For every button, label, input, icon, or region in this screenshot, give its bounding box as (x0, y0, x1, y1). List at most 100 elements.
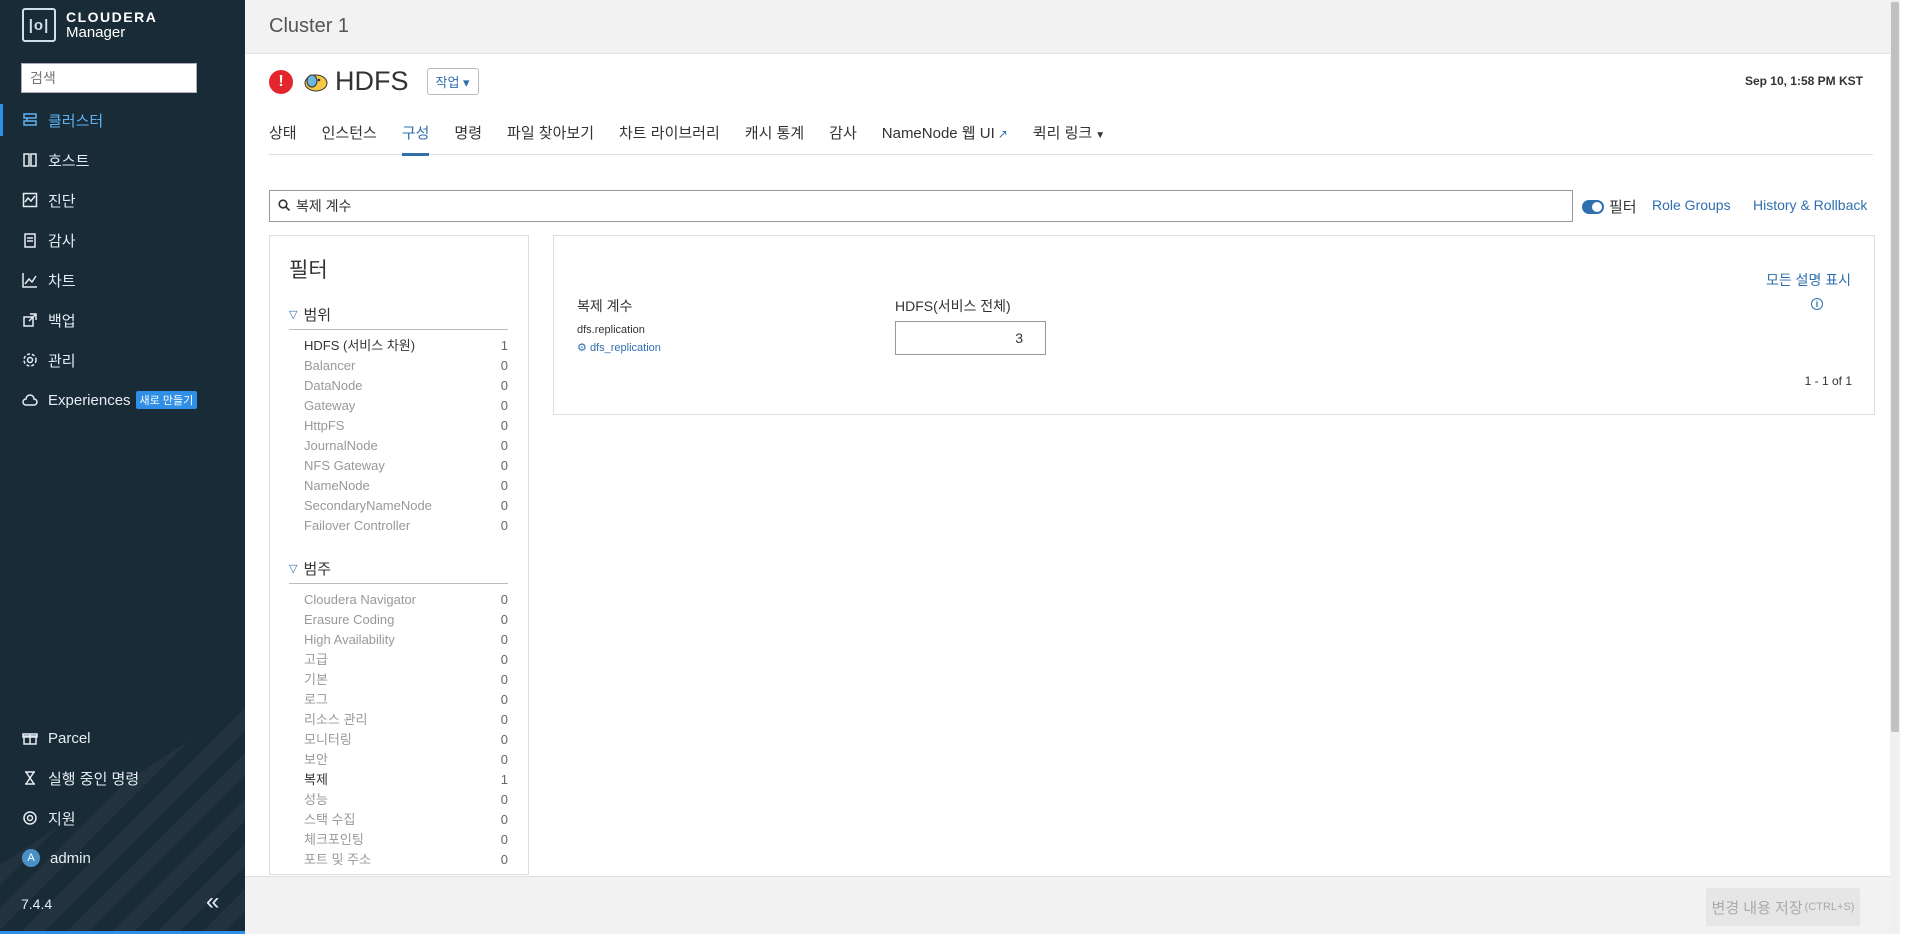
sidebar-item-admin[interactable]: 관리 (0, 340, 245, 380)
config-property-key: dfs.replication (577, 324, 645, 336)
sidebar-item-label: 호스트 (48, 152, 90, 170)
cluster-name[interactable]: Cluster 1 (269, 15, 349, 38)
filter-row[interactable]: JournalNode 0 (289, 436, 508, 456)
history-rollback-link[interactable]: History & Rollback (1753, 197, 1867, 213)
config-scope-label: HDFS(서비스 전체) (895, 298, 1011, 314)
sidebar-item-diagnostics[interactable]: 진단 (0, 180, 245, 220)
tab-instances[interactable]: 인스턴스 (322, 114, 377, 155)
role-groups-link[interactable]: Role Groups (1652, 197, 1731, 213)
filter-row-count: 0 (500, 712, 508, 727)
sidebar-search-input[interactable] (21, 63, 197, 93)
service-tabs: 상태 인스턴스 구성 명령 파일 찾아보기 차트 라이브러리 캐시 통계 감사 … (269, 114, 1873, 156)
info-icon[interactable]: i (1811, 298, 1823, 310)
filter-row-count: 0 (500, 518, 508, 533)
sidebar-item-user[interactable]: A admin (0, 838, 245, 878)
config-param-link[interactable]: ⚙ dfs_replication (577, 341, 661, 354)
lifebuoy-icon (22, 810, 38, 826)
tab-file-browser[interactable]: 파일 찾아보기 (507, 114, 594, 155)
cloud-icon (22, 392, 38, 408)
filter-row[interactable]: HDFS (서비스 차원) 1 (289, 336, 508, 356)
tab-commands[interactable]: 명령 (454, 114, 482, 155)
filter-row-label: 성능 (304, 792, 328, 807)
sidebar-item-audit[interactable]: 감사 (0, 220, 245, 260)
filter-row-label: SecondaryNameNode (304, 498, 432, 513)
filter-group-scope[interactable]: ▽ 범위 (289, 304, 508, 330)
filter-row[interactable]: 스택 수집 0 (289, 810, 508, 830)
filter-group-category[interactable]: ▽ 범주 (289, 558, 508, 584)
chart-icon (22, 272, 38, 288)
timestamp[interactable]: Sep 10, 1:58 PM KST (1745, 74, 1863, 88)
sidebar-item-hosts[interactable]: 호스트 (0, 140, 245, 180)
filter-row-label: Erasure Coding (304, 612, 395, 627)
filter-row[interactable]: 리소스 관리 0 (289, 710, 508, 730)
filter-row[interactable]: Cloudera Navigator 0 (289, 590, 508, 610)
filter-row-count: 0 (500, 592, 508, 607)
sidebar-item-label: 실행 중인 명령 (48, 770, 140, 788)
filter-row[interactable]: 성능 0 (289, 790, 508, 810)
chevron-down-icon: ▽ (289, 309, 298, 321)
tab-chart-library[interactable]: 차트 라이브러리 (619, 114, 720, 155)
hourglass-icon (22, 770, 38, 786)
sidebar-item-backup[interactable]: 백업 (0, 300, 245, 340)
config-display-name: 복제 계수 (577, 298, 633, 314)
tab-audit[interactable]: 감사 (829, 114, 857, 155)
backup-icon (22, 312, 38, 328)
page-scrollbar[interactable] (1890, 0, 1900, 934)
filter-row-count: 0 (500, 812, 508, 827)
filter-row[interactable]: 체크포인팅 0 (289, 830, 508, 850)
filter-row-count: 0 (500, 418, 508, 433)
sidebar-item-experiences[interactable]: Experiences 새로 만들기 (0, 380, 245, 420)
filter-row[interactable]: NameNode 0 (289, 476, 508, 496)
sidebar-item-label: admin (50, 849, 91, 867)
filter-row-count: 0 (500, 792, 508, 807)
filter-row[interactable]: 포트 및 주소 0 (289, 850, 508, 870)
sidebar-item-charts[interactable]: 차트 (0, 260, 245, 300)
sidebar-item-support[interactable]: 지원 (0, 798, 245, 838)
collapse-sidebar-icon[interactable]: « (206, 890, 219, 914)
filter-row[interactable]: Failover Controller 0 (289, 516, 508, 536)
filter-row-label: 스택 수집 (304, 812, 356, 827)
filter-row-label: HDFS (서비스 차원) (304, 338, 416, 353)
save-changes-button[interactable]: 변경 내용 저장 (CTRL+S) (1706, 888, 1860, 926)
filter-row-label: 고급 (304, 652, 328, 667)
filter-row[interactable]: 기본 0 (289, 670, 508, 690)
replication-value-input[interactable]: 3 (895, 321, 1046, 355)
footer-bar: 변경 내용 저장 (CTRL+S) (245, 876, 1900, 934)
toggle-switch-icon (1582, 199, 1604, 214)
filter-row[interactable]: 모니터링 0 (289, 730, 508, 750)
filter-row[interactable]: SecondaryNameNode 0 (289, 496, 508, 516)
sidebar-item-parcel[interactable]: Parcel (0, 718, 245, 758)
tab-status[interactable]: 상태 (269, 114, 297, 155)
filter-row[interactable]: 로그 0 (289, 690, 508, 710)
tab-configuration[interactable]: 구성 (401, 114, 429, 156)
filter-row-label: 복제 (304, 772, 328, 787)
filter-toggle[interactable]: 필터 (1582, 196, 1637, 217)
filter-row[interactable]: Balancer 0 (289, 356, 508, 376)
scope-filter-list: HDFS (서비스 차원) 1 Balancer 0 DataNode 0 Gateway 0… (289, 336, 508, 536)
filter-row[interactable]: 보안 0 (289, 750, 508, 770)
filter-row-label: 포트 및 주소 (304, 852, 372, 867)
error-status-icon[interactable]: ! (269, 69, 293, 94)
tab-namenode-web-ui[interactable]: NameNode 웹 UI ↗ (882, 114, 1008, 155)
sidebar-item-label: 차트 (48, 272, 76, 290)
filter-row[interactable]: 고급 0 (289, 650, 508, 670)
filter-row[interactable]: 복제 1 (289, 770, 508, 790)
filter-row[interactable]: High Availability 0 (289, 630, 508, 650)
scrollbar-thumb[interactable] (1891, 2, 1899, 732)
filter-row-label: Cloudera Navigator (304, 592, 417, 607)
filter-row[interactable]: NFS Gateway 0 (289, 456, 508, 476)
sidebar-item-running-commands[interactable]: 실행 중인 명령 (0, 758, 245, 798)
show-all-descriptions-link[interactable]: 모든 설명 표시 (1766, 270, 1851, 290)
cloudera-logo[interactable]: |o| CLOUDERA Manager (22, 8, 157, 42)
sidebar-item-label: 관리 (48, 352, 76, 370)
tab-quick-links[interactable]: 퀵리 링크 ▼ (1033, 114, 1105, 155)
filter-row[interactable]: Erasure Coding 0 (289, 610, 508, 630)
filter-row[interactable]: Gateway 0 (289, 396, 508, 416)
config-search-input[interactable]: 복제 계수 (269, 190, 1573, 222)
filter-row[interactable]: DataNode 0 (289, 376, 508, 396)
tab-cache-stats[interactable]: 캐시 통계 (745, 114, 804, 155)
sidebar-item-clusters[interactable]: 클러스터 (0, 100, 245, 140)
actions-dropdown-button[interactable]: 작업 ▾ (426, 68, 479, 95)
filter-row[interactable]: HttpFS 0 (289, 416, 508, 436)
search-icon (278, 198, 291, 214)
